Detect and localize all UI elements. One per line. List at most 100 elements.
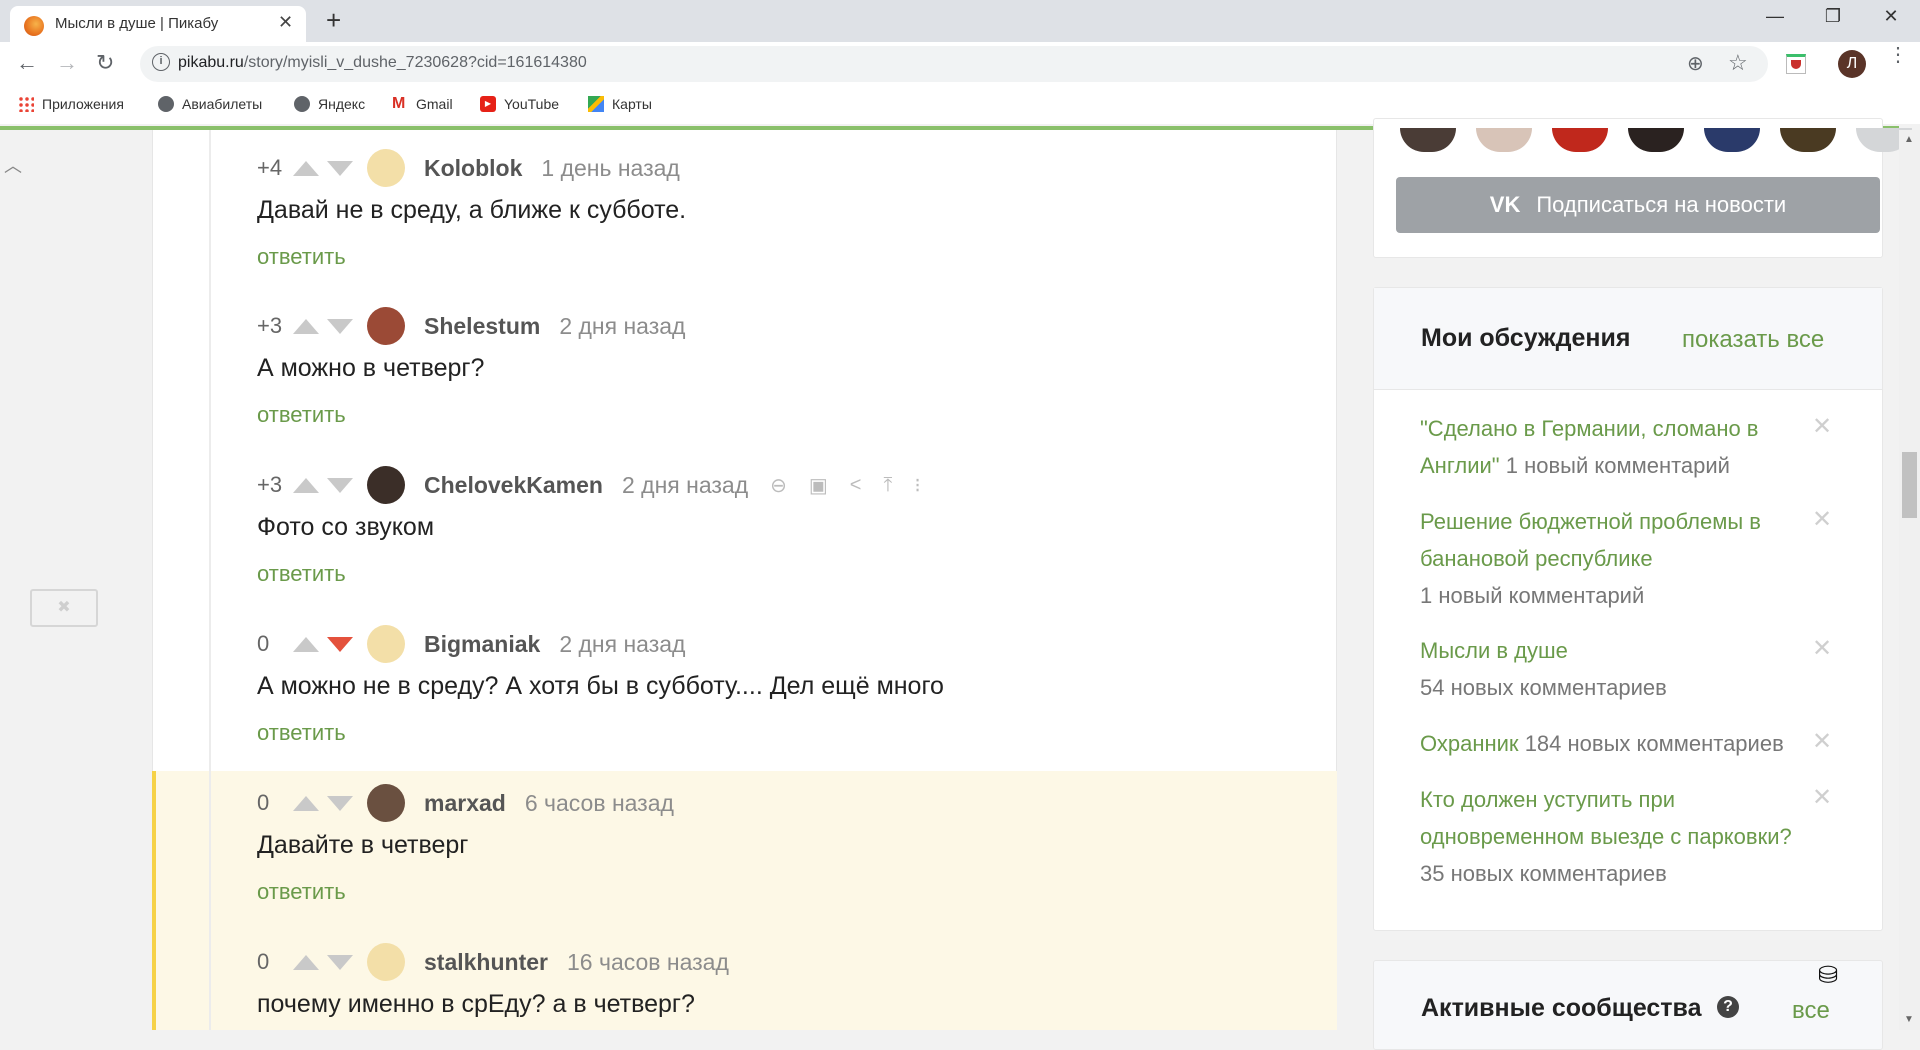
comment-author[interactable]: Bigmaniak bbox=[424, 631, 540, 658]
comment-time[interactable]: 2 дня назад bbox=[622, 472, 748, 499]
downvote-icon[interactable] bbox=[327, 160, 353, 176]
bookmark-label: Приложения bbox=[42, 96, 124, 112]
remove-discussion-icon[interactable]: ✕ bbox=[1812, 634, 1832, 663]
save-icon[interactable]: ▣ bbox=[809, 473, 828, 498]
comment-rating: +4 bbox=[257, 155, 283, 180]
discussion-title[interactable]: Охранник bbox=[1420, 731, 1519, 756]
scroll-down-arrow-icon[interactable]: ▼ bbox=[1904, 1014, 1914, 1025]
minimize-icon[interactable]: — bbox=[1752, 6, 1798, 27]
forward-icon[interactable]: → bbox=[56, 50, 78, 76]
bookmark-yandex[interactable]: Яндекс bbox=[294, 96, 365, 112]
maps-icon bbox=[588, 96, 604, 112]
reload-icon[interactable]: ↻ bbox=[96, 50, 114, 76]
more-icon[interactable]: ⁝ bbox=[914, 473, 920, 498]
discussion-item: "Сделано в Германии, сломано в Англии" 1… bbox=[1420, 410, 1820, 484]
discussion-title[interactable]: Решение бюджетной проблемы в банановой р… bbox=[1420, 509, 1761, 571]
scroll-up-icon[interactable]: ⤒ bbox=[883, 474, 892, 497]
downvote-icon[interactable] bbox=[327, 318, 353, 334]
url-path: /story/myisli_v_dushe_7230628?cid=161614… bbox=[243, 54, 587, 71]
paint-bucket-icon[interactable]: ⛁ bbox=[1818, 961, 1838, 990]
window-close-icon[interactable]: ✕ bbox=[1868, 6, 1914, 27]
upvote-icon[interactable] bbox=[293, 318, 319, 334]
discussion-item: Мысли в душе 54 новых комментариев bbox=[1420, 632, 1820, 706]
comment-time[interactable]: 1 день назад bbox=[541, 155, 679, 182]
reply-link[interactable]: ответить bbox=[257, 561, 346, 587]
close-ad-button[interactable]: ✖ bbox=[30, 589, 98, 627]
discussion-title[interactable]: Мысли в душе bbox=[1420, 638, 1568, 663]
menu-dots-icon[interactable]: ⋮ bbox=[1888, 45, 1908, 65]
comment-header: +3 ChelovekKamen 2 дня назад ⊖ ▣ < ⤒ ⁝ bbox=[257, 465, 921, 505]
back-icon[interactable]: ← bbox=[16, 50, 38, 76]
remove-discussion-icon[interactable]: ✕ bbox=[1812, 505, 1832, 534]
upvote-icon[interactable] bbox=[293, 795, 319, 811]
comment-rating: 0 bbox=[257, 949, 270, 974]
active-communities-card: ⛁ Активные сообщества ? все bbox=[1373, 960, 1883, 1050]
comment-author[interactable]: marxad bbox=[424, 790, 506, 817]
bookmark-star-icon[interactable]: ☆ bbox=[1728, 50, 1748, 76]
comment-time[interactable]: 2 дня назад bbox=[559, 313, 685, 340]
avatar[interactable] bbox=[367, 149, 405, 187]
avatar[interactable] bbox=[367, 943, 405, 981]
upvote-icon[interactable] bbox=[293, 160, 319, 176]
remove-discussion-icon[interactable]: ✕ bbox=[1812, 783, 1832, 812]
comment-author[interactable]: Koloblok bbox=[424, 155, 522, 182]
reply-link[interactable]: ответить bbox=[257, 244, 346, 270]
bookmark-youtube[interactable]: ▶ YouTube bbox=[480, 96, 559, 112]
scroll-up-arrow-icon[interactable]: ▲ bbox=[1904, 134, 1914, 145]
url-text[interactable]: pikabu.ru/story/myisli_v_dushe_7230628?c… bbox=[178, 54, 587, 72]
comment-author[interactable]: Shelestum bbox=[424, 313, 540, 340]
page-scrollbar[interactable]: ▲ ▼ bbox=[1899, 130, 1920, 1030]
upvote-icon[interactable] bbox=[293, 477, 319, 493]
scroll-to-top-icon[interactable]: ︿ bbox=[4, 152, 22, 178]
reply-link[interactable]: ответить bbox=[257, 879, 346, 905]
avatar[interactable] bbox=[367, 307, 405, 345]
bookmark-aviabilety[interactable]: Авиабилеты bbox=[158, 96, 262, 112]
share-icon[interactable]: < bbox=[850, 474, 862, 497]
avatar[interactable] bbox=[367, 625, 405, 663]
downvote-icon[interactable] bbox=[327, 954, 353, 970]
downvote-icon[interactable] bbox=[327, 636, 353, 652]
reply-link[interactable]: ответить bbox=[257, 720, 346, 746]
comment-time[interactable]: 6 часов назад bbox=[525, 790, 674, 817]
link-icon[interactable]: ⊖ bbox=[770, 473, 787, 498]
avatar[interactable] bbox=[367, 784, 405, 822]
discussion-title[interactable]: Кто должен уступить при одновременном вы… bbox=[1420, 787, 1792, 849]
communities-all-link[interactable]: все bbox=[1792, 997, 1830, 1025]
tab-bar: Мысли в душе | Пикабу ✕ + — ❐ ✕ bbox=[0, 0, 1920, 42]
help-icon[interactable]: ? bbox=[1717, 996, 1739, 1018]
bookmark-maps[interactable]: Карты bbox=[588, 96, 652, 112]
address-bar[interactable]: i pikabu.ru/story/myisli_v_dushe_7230628… bbox=[140, 46, 1768, 82]
zoom-icon[interactable]: ⊕ bbox=[1687, 51, 1704, 76]
extension-icon[interactable] bbox=[1786, 54, 1806, 74]
vk-subscribe-button[interactable]: VK Подписаться на новости bbox=[1396, 177, 1880, 233]
downvote-icon[interactable] bbox=[327, 795, 353, 811]
upvote-icon[interactable] bbox=[293, 636, 319, 652]
comment-header: +3 Shelestum 2 дня назад bbox=[257, 306, 685, 346]
tab-close-icon[interactable]: ✕ bbox=[278, 12, 293, 33]
site-info-icon[interactable]: i bbox=[152, 53, 170, 71]
comment-text: А можно в четверг? bbox=[257, 354, 485, 382]
browser-tab[interactable]: Мысли в душе | Пикабу ✕ bbox=[10, 6, 306, 42]
show-all-link[interactable]: показать все bbox=[1682, 326, 1824, 354]
avatar[interactable] bbox=[367, 466, 405, 504]
remove-discussion-icon[interactable]: ✕ bbox=[1812, 412, 1832, 441]
scrollbar-thumb[interactable] bbox=[1902, 452, 1917, 518]
comment-text: Давай не в среду, а ближе к субботе. bbox=[257, 196, 687, 224]
comment-time[interactable]: 16 часов назад bbox=[567, 949, 729, 976]
comment-author[interactable]: ChelovekKamen bbox=[424, 472, 603, 499]
remove-discussion-icon[interactable]: ✕ bbox=[1812, 727, 1832, 756]
comment-time[interactable]: 2 дня назад bbox=[559, 631, 685, 658]
discussions-header: Мои обсуждения показать все bbox=[1374, 288, 1882, 390]
downvote-icon[interactable] bbox=[327, 477, 353, 493]
bookmark-apps[interactable]: Приложения bbox=[18, 96, 124, 112]
maximize-icon[interactable]: ❐ bbox=[1810, 6, 1856, 27]
comment-thread-line[interactable] bbox=[209, 130, 211, 1030]
comment-rating: +3 bbox=[257, 313, 283, 338]
upvote-icon[interactable] bbox=[293, 954, 319, 970]
new-tab-button[interactable]: + bbox=[326, 6, 341, 34]
reply-link[interactable]: ответить bbox=[257, 402, 346, 428]
discussion-count: 54 новых комментариев bbox=[1420, 675, 1667, 700]
comment-author[interactable]: stalkhunter bbox=[424, 949, 548, 976]
bookmark-gmail[interactable]: M Gmail bbox=[392, 96, 453, 113]
profile-avatar[interactable]: Л bbox=[1838, 50, 1866, 78]
